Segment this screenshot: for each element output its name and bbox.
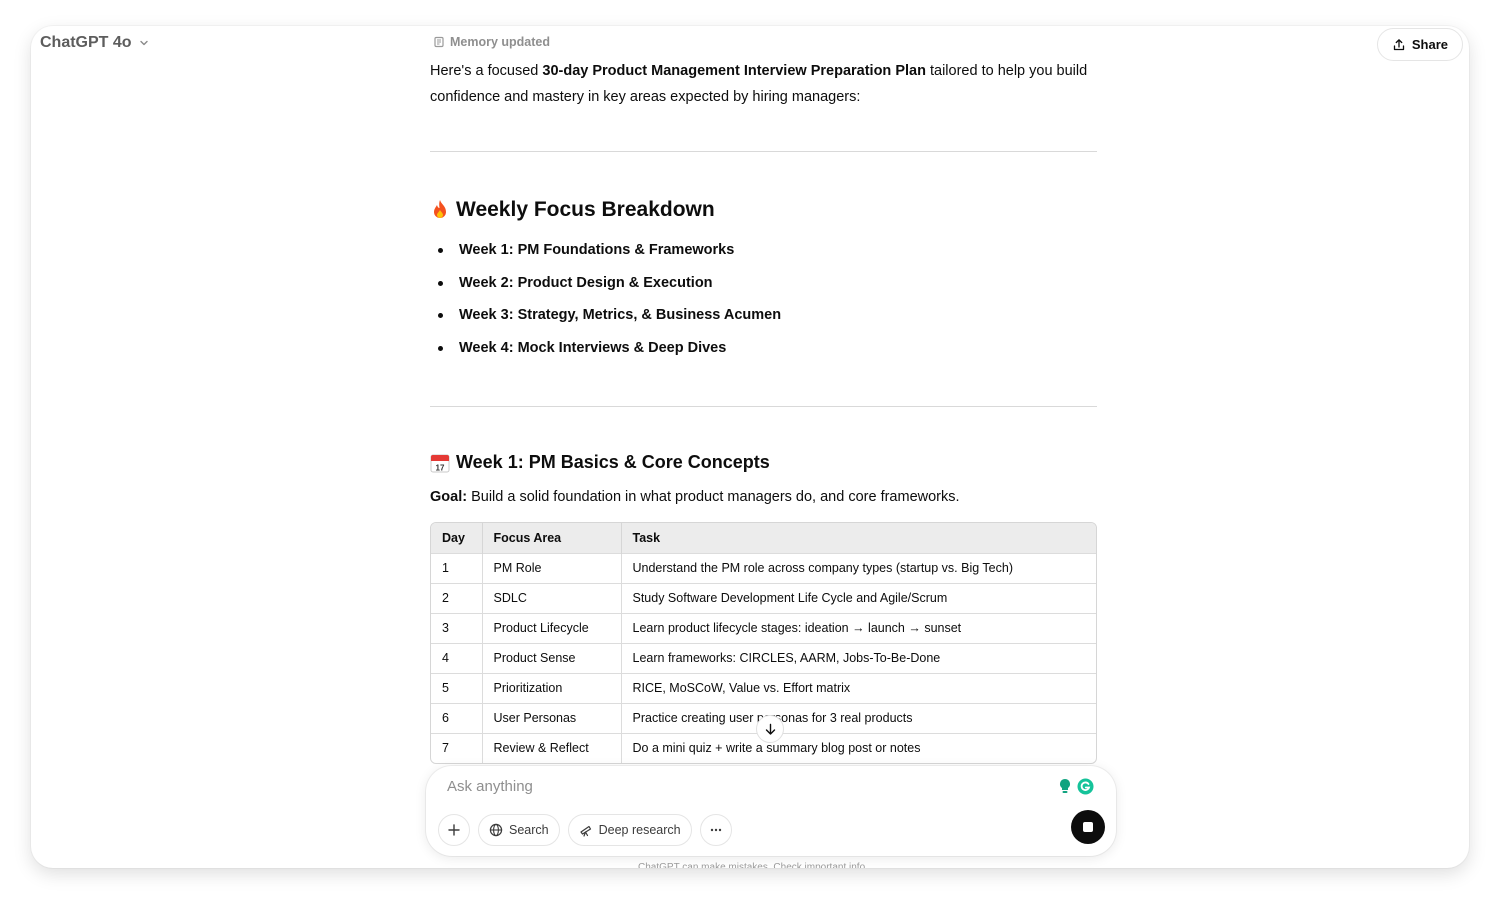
column-header-focus-area: Focus Area [482, 523, 622, 553]
lightbulb-icon[interactable] [1056, 777, 1074, 795]
divider [430, 406, 1097, 407]
model-name: ChatGPT 4o [40, 34, 132, 51]
arrow-down-icon [765, 723, 775, 735]
divider [430, 151, 1097, 152]
cell-task: Learn product lifecycle stages: ideation… [621, 612, 1096, 643]
cell-focus-area: User Personas [482, 702, 622, 733]
week1-heading: 17 Week 1: PM Basics & Core Concepts [430, 452, 770, 473]
deep-research-label: Deep research [598, 823, 681, 837]
calendar-icon: 17 [430, 453, 450, 473]
app-window: ChatGPT 4o Share Memory updated Here's a… [31, 26, 1469, 868]
cell-focus-area: SDLC [482, 582, 622, 613]
share-button[interactable]: Share [1376, 28, 1463, 61]
cell-day: 5 [431, 672, 483, 703]
intro-prefix: Here's a focused [430, 63, 543, 79]
cell-focus-area: PM Role [482, 552, 622, 583]
weekly-heading-text: Weekly Focus Breakdown [456, 198, 715, 221]
list-item: Week 2: Product Design & Execution [430, 272, 781, 305]
globe-icon [489, 823, 503, 837]
cell-day: 7 [431, 732, 483, 763]
grammarly-icon[interactable] [1076, 777, 1094, 795]
goal-paragraph: Goal: Build a solid foundation in what p… [430, 489, 960, 505]
cell-day: 6 [431, 702, 483, 733]
cell-focus-area: Product Lifecycle [482, 612, 622, 643]
table-row: 3 Product Lifecycle Learn product lifecy… [431, 612, 1096, 643]
attach-button[interactable] [438, 814, 470, 846]
telescope-icon [580, 825, 591, 837]
model-picker[interactable]: ChatGPT 4o [40, 34, 150, 52]
intro-bold: 30-day Product Management Interview Prep… [542, 63, 926, 79]
more-tools-button[interactable] [699, 814, 732, 846]
cell-task: Learn frameworks: CIRCLES, AARM, Jobs-To… [621, 642, 1096, 673]
composer: Search Deep research [426, 766, 1116, 856]
list-item: Week 1: PM Foundations & Frameworks [430, 239, 781, 272]
extension-icons [1056, 777, 1094, 795]
list-item: Week 3: Strategy, Metrics, & Business Ac… [430, 304, 781, 337]
share-icon [1393, 38, 1405, 50]
cell-day: 2 [431, 582, 483, 613]
table-row: 5 Prioritization RICE, MoSCoW, Value vs.… [431, 672, 1096, 703]
ellipsis-icon [710, 828, 721, 832]
table-row: 4 Product Sense Learn frameworks: CIRCLE… [431, 642, 1096, 673]
cell-day: 3 [431, 612, 483, 643]
weekly-list: Week 1: PM Foundations & Frameworks Week… [430, 239, 781, 369]
column-header-day: Day [431, 523, 483, 553]
disclaimer: ChatGPT can make mistakes. Check importa… [638, 862, 868, 868]
chevron-down-icon [139, 40, 148, 46]
column-header-task: Task [621, 523, 1096, 553]
calendar-day: 17 [436, 463, 445, 472]
cell-day: 1 [431, 552, 483, 583]
stop-icon [1083, 822, 1093, 832]
weekly-heading: Weekly Focus Breakdown [430, 198, 715, 222]
memory-icon [434, 36, 444, 48]
cell-task: Do a mini quiz + write a summary blog po… [621, 732, 1096, 763]
stop-generating-button[interactable] [1071, 810, 1105, 844]
cell-day: 4 [431, 642, 483, 673]
memory-label: Memory updated [450, 35, 551, 49]
cell-task: RICE, MoSCoW, Value vs. Effort matrix [621, 672, 1096, 703]
cell-task: Practice creating user personas for 3 re… [621, 702, 1096, 733]
cell-task: Understand the PM role across company ty… [621, 552, 1096, 583]
table-row: 1 PM Role Understand the PM role across … [431, 552, 1096, 583]
cell-task: Study Software Development Life Cycle an… [621, 582, 1096, 613]
memory-updated-indicator[interactable]: Memory updated [433, 35, 550, 49]
scroll-to-bottom-button[interactable] [756, 715, 784, 743]
cell-focus-area: Prioritization [482, 672, 622, 703]
table-row: 2 SDLC Study Software Development Life C… [431, 582, 1096, 613]
search-button[interactable]: Search [478, 814, 560, 846]
table-header-row: Day Focus Area Task [431, 523, 1096, 553]
deep-research-button[interactable]: Deep research [567, 814, 692, 846]
plus-icon [448, 824, 460, 836]
week1-heading-text: Week 1: PM Basics & Core Concepts [456, 452, 770, 472]
composer-tools: Search Deep research [438, 814, 732, 846]
prompt-input[interactable] [447, 778, 1007, 795]
goal-label: Goal: [430, 489, 468, 505]
fire-icon [430, 199, 450, 221]
cell-focus-area: Review & Reflect [482, 732, 622, 763]
cell-focus-area: Product Sense [482, 642, 622, 673]
intro-paragraph: Here's a focused 30-day Product Manageme… [430, 58, 1110, 110]
list-item: Week 4: Mock Interviews & Deep Dives [430, 337, 781, 370]
goal-text: Build a solid foundation in what product… [467, 489, 960, 505]
share-label: Share [1411, 37, 1448, 52]
search-label: Search [509, 823, 549, 837]
